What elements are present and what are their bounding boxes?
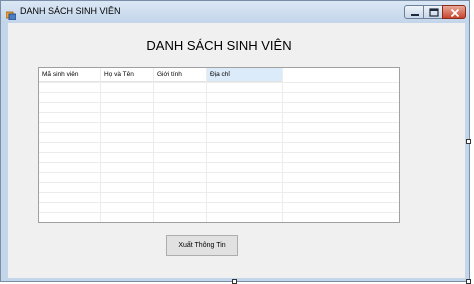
close-icon — [450, 8, 460, 18]
title-bar[interactable]: DANH SÁCH SINH VIÊN — [1, 1, 469, 23]
grid-row-divider — [39, 202, 399, 203]
column-header-address[interactable]: Địa chỉ — [207, 68, 283, 82]
grid-row-divider — [39, 182, 399, 183]
grid-row-divider — [39, 172, 399, 173]
page-title: DANH SÁCH SINH VIÊN — [146, 38, 292, 53]
grid-row-divider — [39, 122, 399, 123]
maximize-button[interactable] — [423, 5, 443, 19]
grid-row-divider — [39, 132, 399, 133]
grid-row-divider — [39, 162, 399, 163]
column-header-full-name[interactable]: Họ và Tên — [101, 68, 154, 82]
maximize-icon — [429, 8, 439, 17]
student-data-grid[interactable]: Mã sinh viên Họ và Tên Giới tính Địa chỉ — [38, 67, 400, 223]
export-info-button[interactable]: Xuất Thông Tin — [166, 235, 238, 256]
grid-header: Mã sinh viên Họ và Tên Giới tính Địa chỉ — [39, 68, 399, 82]
resize-handle-corner[interactable] — [466, 279, 471, 284]
grid-row-divider — [39, 142, 399, 143]
grid-row-divider — [39, 112, 399, 113]
column-header-gender[interactable]: Giới tính — [154, 68, 207, 82]
grid-row-divider — [39, 192, 399, 193]
app-icon — [5, 7, 17, 21]
app-window: DANH SÁCH SINH VIÊN DANH SÁCH SINH VIÊN … — [0, 0, 470, 282]
minimize-button[interactable] — [404, 5, 424, 19]
resize-handle-right[interactable] — [466, 139, 471, 144]
form-client-area: DANH SÁCH SINH VIÊN Mã sinh viên Họ và T… — [8, 23, 465, 278]
grid-row-divider — [39, 102, 399, 103]
grid-row-divider — [39, 212, 399, 213]
window-title: DANH SÁCH SINH VIÊN — [20, 6, 121, 16]
column-header-student-id[interactable]: Mã sinh viên — [39, 68, 101, 82]
resize-handle-bottom[interactable] — [232, 279, 237, 284]
grid-row-divider — [39, 152, 399, 153]
minimize-icon — [411, 14, 419, 16]
grid-row-divider — [39, 92, 399, 93]
grid-row-divider — [39, 82, 399, 83]
close-button[interactable] — [442, 5, 466, 19]
